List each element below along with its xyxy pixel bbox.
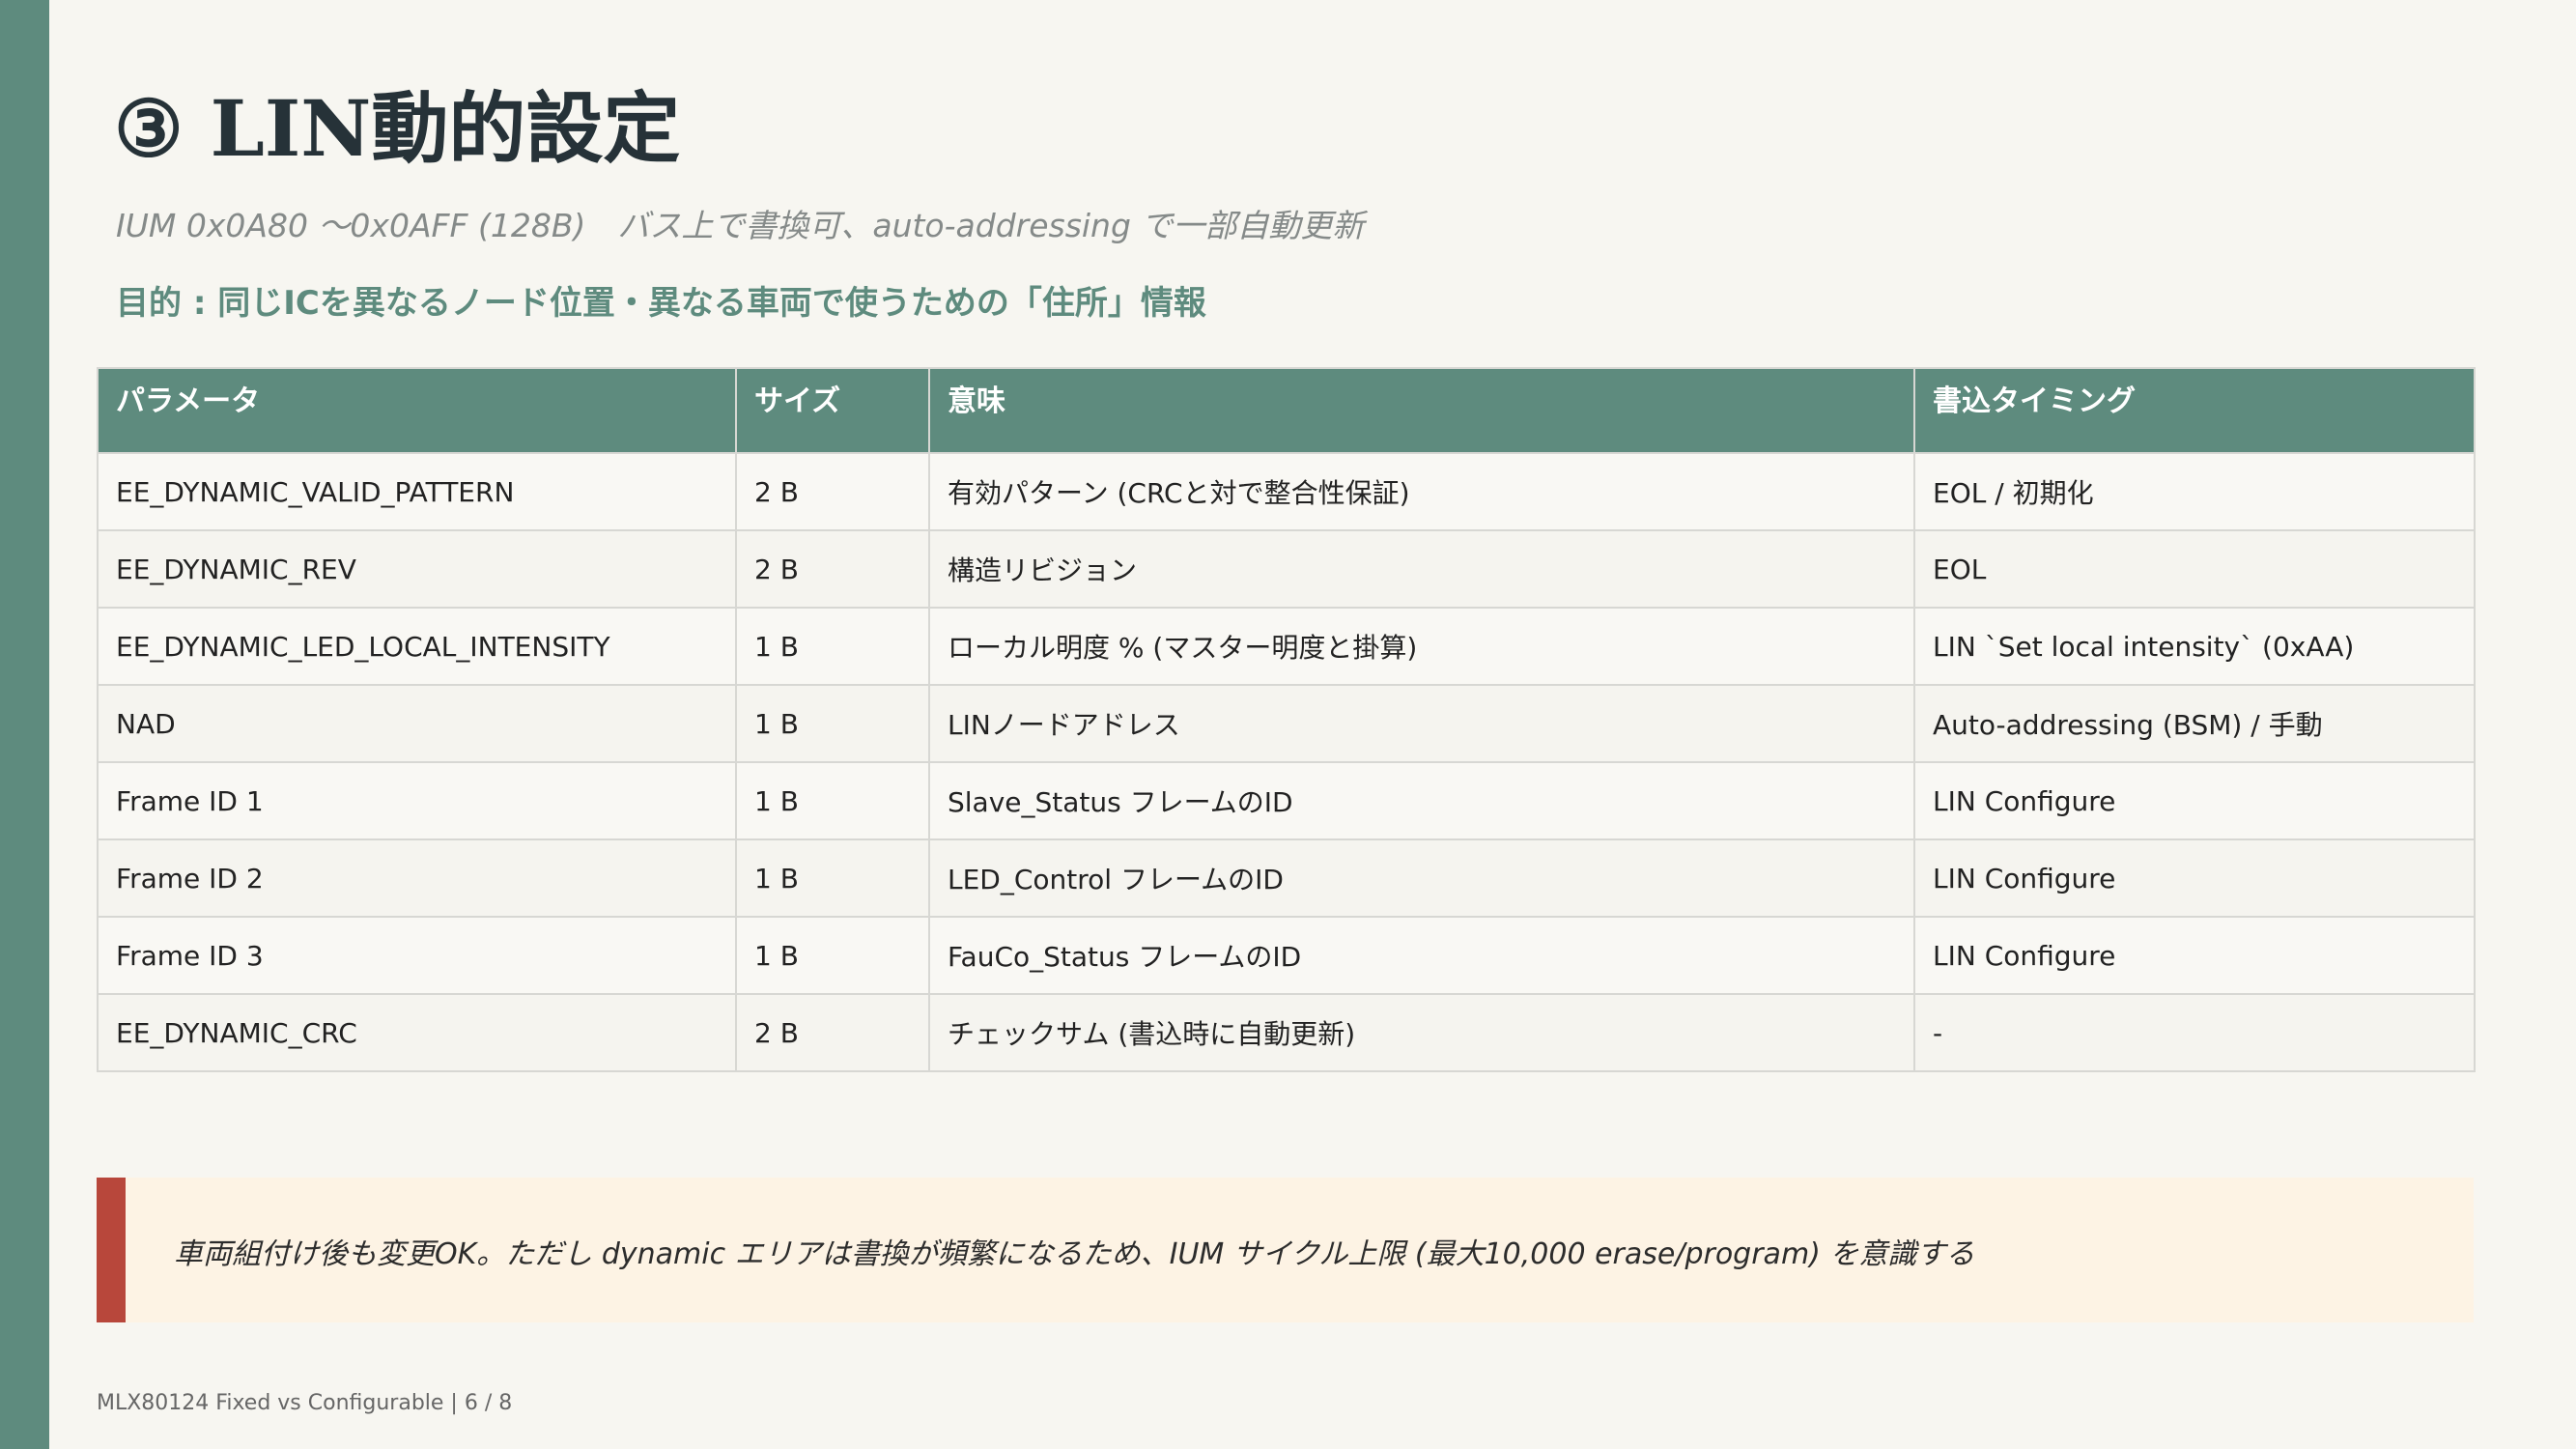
cell-meaning: LED_Control フレームのID (928, 838, 1915, 918)
table-row: EE_DYNAMIC_REV 2 B 構造リビジョン EOL (97, 529, 2476, 609)
cell-parameter: EE_DYNAMIC_CRC (97, 993, 737, 1072)
cell-write-timing: EOL / 初期化 (1913, 452, 2476, 531)
warning-note: 車両組付け後も変更OK。ただし dynamic エリアは書換が頻繁になるため、I… (97, 1178, 2474, 1322)
cell-size: 2 B (735, 452, 930, 531)
table-row: EE_DYNAMIC_VALID_PATTERN 2 B 有効パターン (CRC… (97, 452, 2476, 531)
column-header-write-timing: 書込タイミング (1913, 367, 2476, 454)
parameter-table: パラメータ サイズ 意味 書込タイミング EE_DYNAMIC_VALID_PA… (97, 367, 2476, 1072)
cell-size: 1 B (735, 684, 930, 763)
cell-parameter: Frame ID 2 (97, 838, 737, 918)
cell-parameter: EE_DYNAMIC_VALID_PATTERN (97, 452, 737, 531)
cell-size: 2 B (735, 529, 930, 609)
cell-size: 1 B (735, 838, 930, 918)
table-row: Frame ID 1 1 B Slave_Status フレームのID LIN … (97, 761, 2476, 840)
cell-write-timing: LIN `Set local intensity` (0xAA) (1913, 607, 2476, 686)
cell-write-timing: EOL (1913, 529, 2476, 609)
side-accent-bar (0, 0, 49, 1449)
table-row: NAD 1 B LINノードアドレス Auto-addressing (BSM)… (97, 684, 2476, 763)
cell-size: 2 B (735, 993, 930, 1072)
purpose-statement: 目的 : 同じICを異なるノード位置・異なる車両で使うための「住所」情報 (116, 284, 1206, 323)
cell-write-timing: LIN Configure (1913, 761, 2476, 840)
cell-meaning: 有効パターン (CRCと対で整合性保証) (928, 452, 1915, 531)
cell-parameter: Frame ID 1 (97, 761, 737, 840)
table-header-row: パラメータ サイズ 意味 書込タイミング (97, 367, 2476, 454)
cell-size: 1 B (735, 916, 930, 995)
cell-meaning: ローカル明度 % (マスター明度と掛算) (928, 607, 1915, 686)
table-row: EE_DYNAMIC_LED_LOCAL_INTENSITY 1 B ローカル明… (97, 607, 2476, 686)
column-header-meaning: 意味 (928, 367, 1915, 454)
cell-write-timing: LIN Configure (1913, 838, 2476, 918)
cell-meaning: FauCo_Status フレームのID (928, 916, 1915, 995)
note-accent-bar (97, 1178, 126, 1322)
table-row: Frame ID 2 1 B LED_Control フレームのID LIN C… (97, 838, 2476, 918)
page-title: ③ LIN動的設定 (114, 83, 681, 174)
cell-size: 1 B (735, 607, 930, 686)
cell-parameter: Frame ID 3 (97, 916, 737, 995)
cell-meaning: LINノードアドレス (928, 684, 1915, 763)
cell-parameter: EE_DYNAMIC_REV (97, 529, 737, 609)
cell-write-timing: LIN Configure (1913, 916, 2476, 995)
cell-meaning: 構造リビジョン (928, 529, 1915, 609)
cell-parameter: EE_DYNAMIC_LED_LOCAL_INTENSITY (97, 607, 737, 686)
column-header-size: サイズ (735, 367, 930, 454)
cell-size: 1 B (735, 761, 930, 840)
table-row: Frame ID 3 1 B FauCo_Status フレームのID LIN … (97, 916, 2476, 995)
slide-footer: MLX80124 Fixed vs Configurable | 6 / 8 (97, 1391, 513, 1415)
cell-meaning: Slave_Status フレームのID (928, 761, 1915, 840)
cell-write-timing: Auto-addressing (BSM) / 手動 (1913, 684, 2476, 763)
table-row: EE_DYNAMIC_CRC 2 B チェックサム (書込時に自動更新) - (97, 993, 2476, 1072)
cell-write-timing: - (1913, 993, 2476, 1072)
note-text: 車両組付け後も変更OK。ただし dynamic エリアは書換が頻繁になるため、I… (174, 1237, 1975, 1271)
cell-parameter: NAD (97, 684, 737, 763)
cell-meaning: チェックサム (書込時に自動更新) (928, 993, 1915, 1072)
page-subtitle: IUM 0x0A80 〜0x0AFF (128B) バス上で書換可、auto-a… (116, 207, 1365, 244)
column-header-parameter: パラメータ (97, 367, 737, 454)
